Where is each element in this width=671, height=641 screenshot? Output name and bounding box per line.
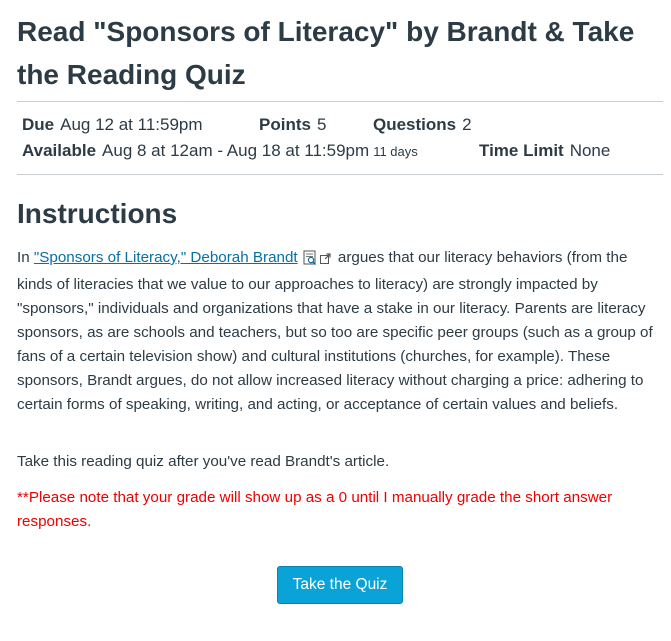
questions-label: Questions xyxy=(373,115,457,134)
page-title: Read "Sponsors of Literacy" by Brandt & … xyxy=(17,16,635,90)
questions-detail: Questions 2 xyxy=(373,112,472,138)
external-link-icon[interactable] xyxy=(319,248,331,272)
available-label: Available xyxy=(22,141,97,160)
due-detail: Due Aug 12 at 11:59pm xyxy=(22,112,203,138)
instructions-paragraph: In "Sponsors of Literacy," Deborah Brand… xyxy=(17,246,661,417)
divider-bottom xyxy=(17,174,663,175)
time-limit-detail: Time Limit None xyxy=(479,138,610,164)
time-limit-label: Time Limit xyxy=(479,141,564,160)
points-label: Points xyxy=(259,115,311,134)
points-value: 5 xyxy=(316,115,327,134)
grading-note: **Please note that your grade will show … xyxy=(17,489,613,530)
paragraph-body: argues that our literacy behaviors (from… xyxy=(17,249,653,413)
questions-value: 2 xyxy=(462,115,472,134)
points-detail: Points 5 xyxy=(259,112,326,138)
quiz-page: Read "Sponsors of Literacy" by Brandt & … xyxy=(0,0,671,641)
available-detail: Available Aug 8 at 12am - Aug 18 at 11:59… xyxy=(22,138,418,165)
reading-quiz-note: Take this reading quiz after you've read… xyxy=(17,453,390,470)
document-preview-icon[interactable] xyxy=(303,249,317,273)
due-label: Due xyxy=(22,115,55,134)
available-days: 11 days xyxy=(373,144,418,159)
divider-top xyxy=(17,101,663,102)
paragraph-prefix: In xyxy=(17,249,34,266)
take-quiz-button[interactable]: Take the Quiz xyxy=(277,566,403,604)
available-value: Aug 8 at 12am - Aug 18 at 11:59pm xyxy=(102,141,370,160)
instructions-heading: Instructions xyxy=(17,198,178,229)
article-link[interactable]: "Sponsors of Literacy," Deborah Brandt xyxy=(34,249,298,266)
time-limit-value: None xyxy=(569,141,611,160)
due-value: Aug 12 at 11:59pm xyxy=(60,115,203,134)
